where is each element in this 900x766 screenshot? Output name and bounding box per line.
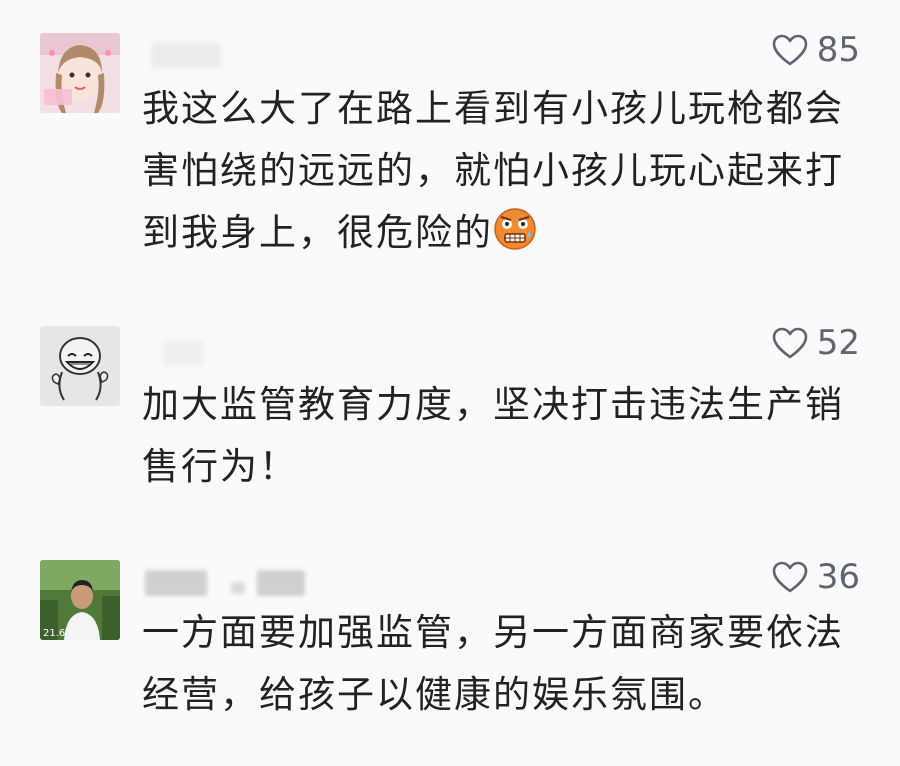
like-count: 52: [816, 323, 860, 363]
avatar-image: 21.6: [40, 560, 120, 640]
like-button[interactable]: 52: [771, 323, 860, 363]
comment-text: 一方面要加强监管，另一方面商家要依法经营，给孩子以健康的娱乐氛围。: [142, 611, 844, 716]
comment-item: 21.6 36 一方面要加强监管，另一方面商家要依法经营，给孩子以健康的娱乐氛围…: [0, 550, 900, 766]
like-button[interactable]: 36: [771, 557, 860, 597]
scared-face-emoji-icon: [494, 208, 536, 250]
comment-item: 52 加大监管教育力度，坚决打击违法生产销售行为！: [0, 290, 900, 550]
avatar[interactable]: [40, 33, 120, 113]
heart-icon: [772, 327, 808, 359]
like-count: 85: [816, 30, 860, 70]
comment-text: 我这么大了在路上看到有小孩儿玩枪都会害怕绕的远远的，就怕小孩儿玩心起来打到我身上…: [142, 87, 844, 254]
username-blurred[interactable]: [145, 570, 315, 600]
comment-item: 85 我这么大了在路上看到有小孩儿玩枪都会害怕绕的远远的，就怕小孩儿玩心起来打到…: [0, 0, 900, 290]
avatar-image: [40, 33, 120, 113]
like-count: 36: [816, 557, 860, 597]
avatar[interactable]: 21.6: [40, 560, 120, 640]
avatar[interactable]: [40, 326, 120, 406]
like-button[interactable]: 85: [771, 30, 860, 70]
username-blurred[interactable]: [145, 42, 235, 72]
svg-text:21.6: 21.6: [43, 628, 65, 639]
username-blurred[interactable]: [145, 340, 235, 370]
heart-icon: [772, 561, 808, 593]
heart-icon: [772, 34, 808, 66]
comment-text: 加大监管教育力度，坚决打击违法生产销售行为！: [142, 383, 844, 488]
avatar-image: [40, 326, 120, 406]
